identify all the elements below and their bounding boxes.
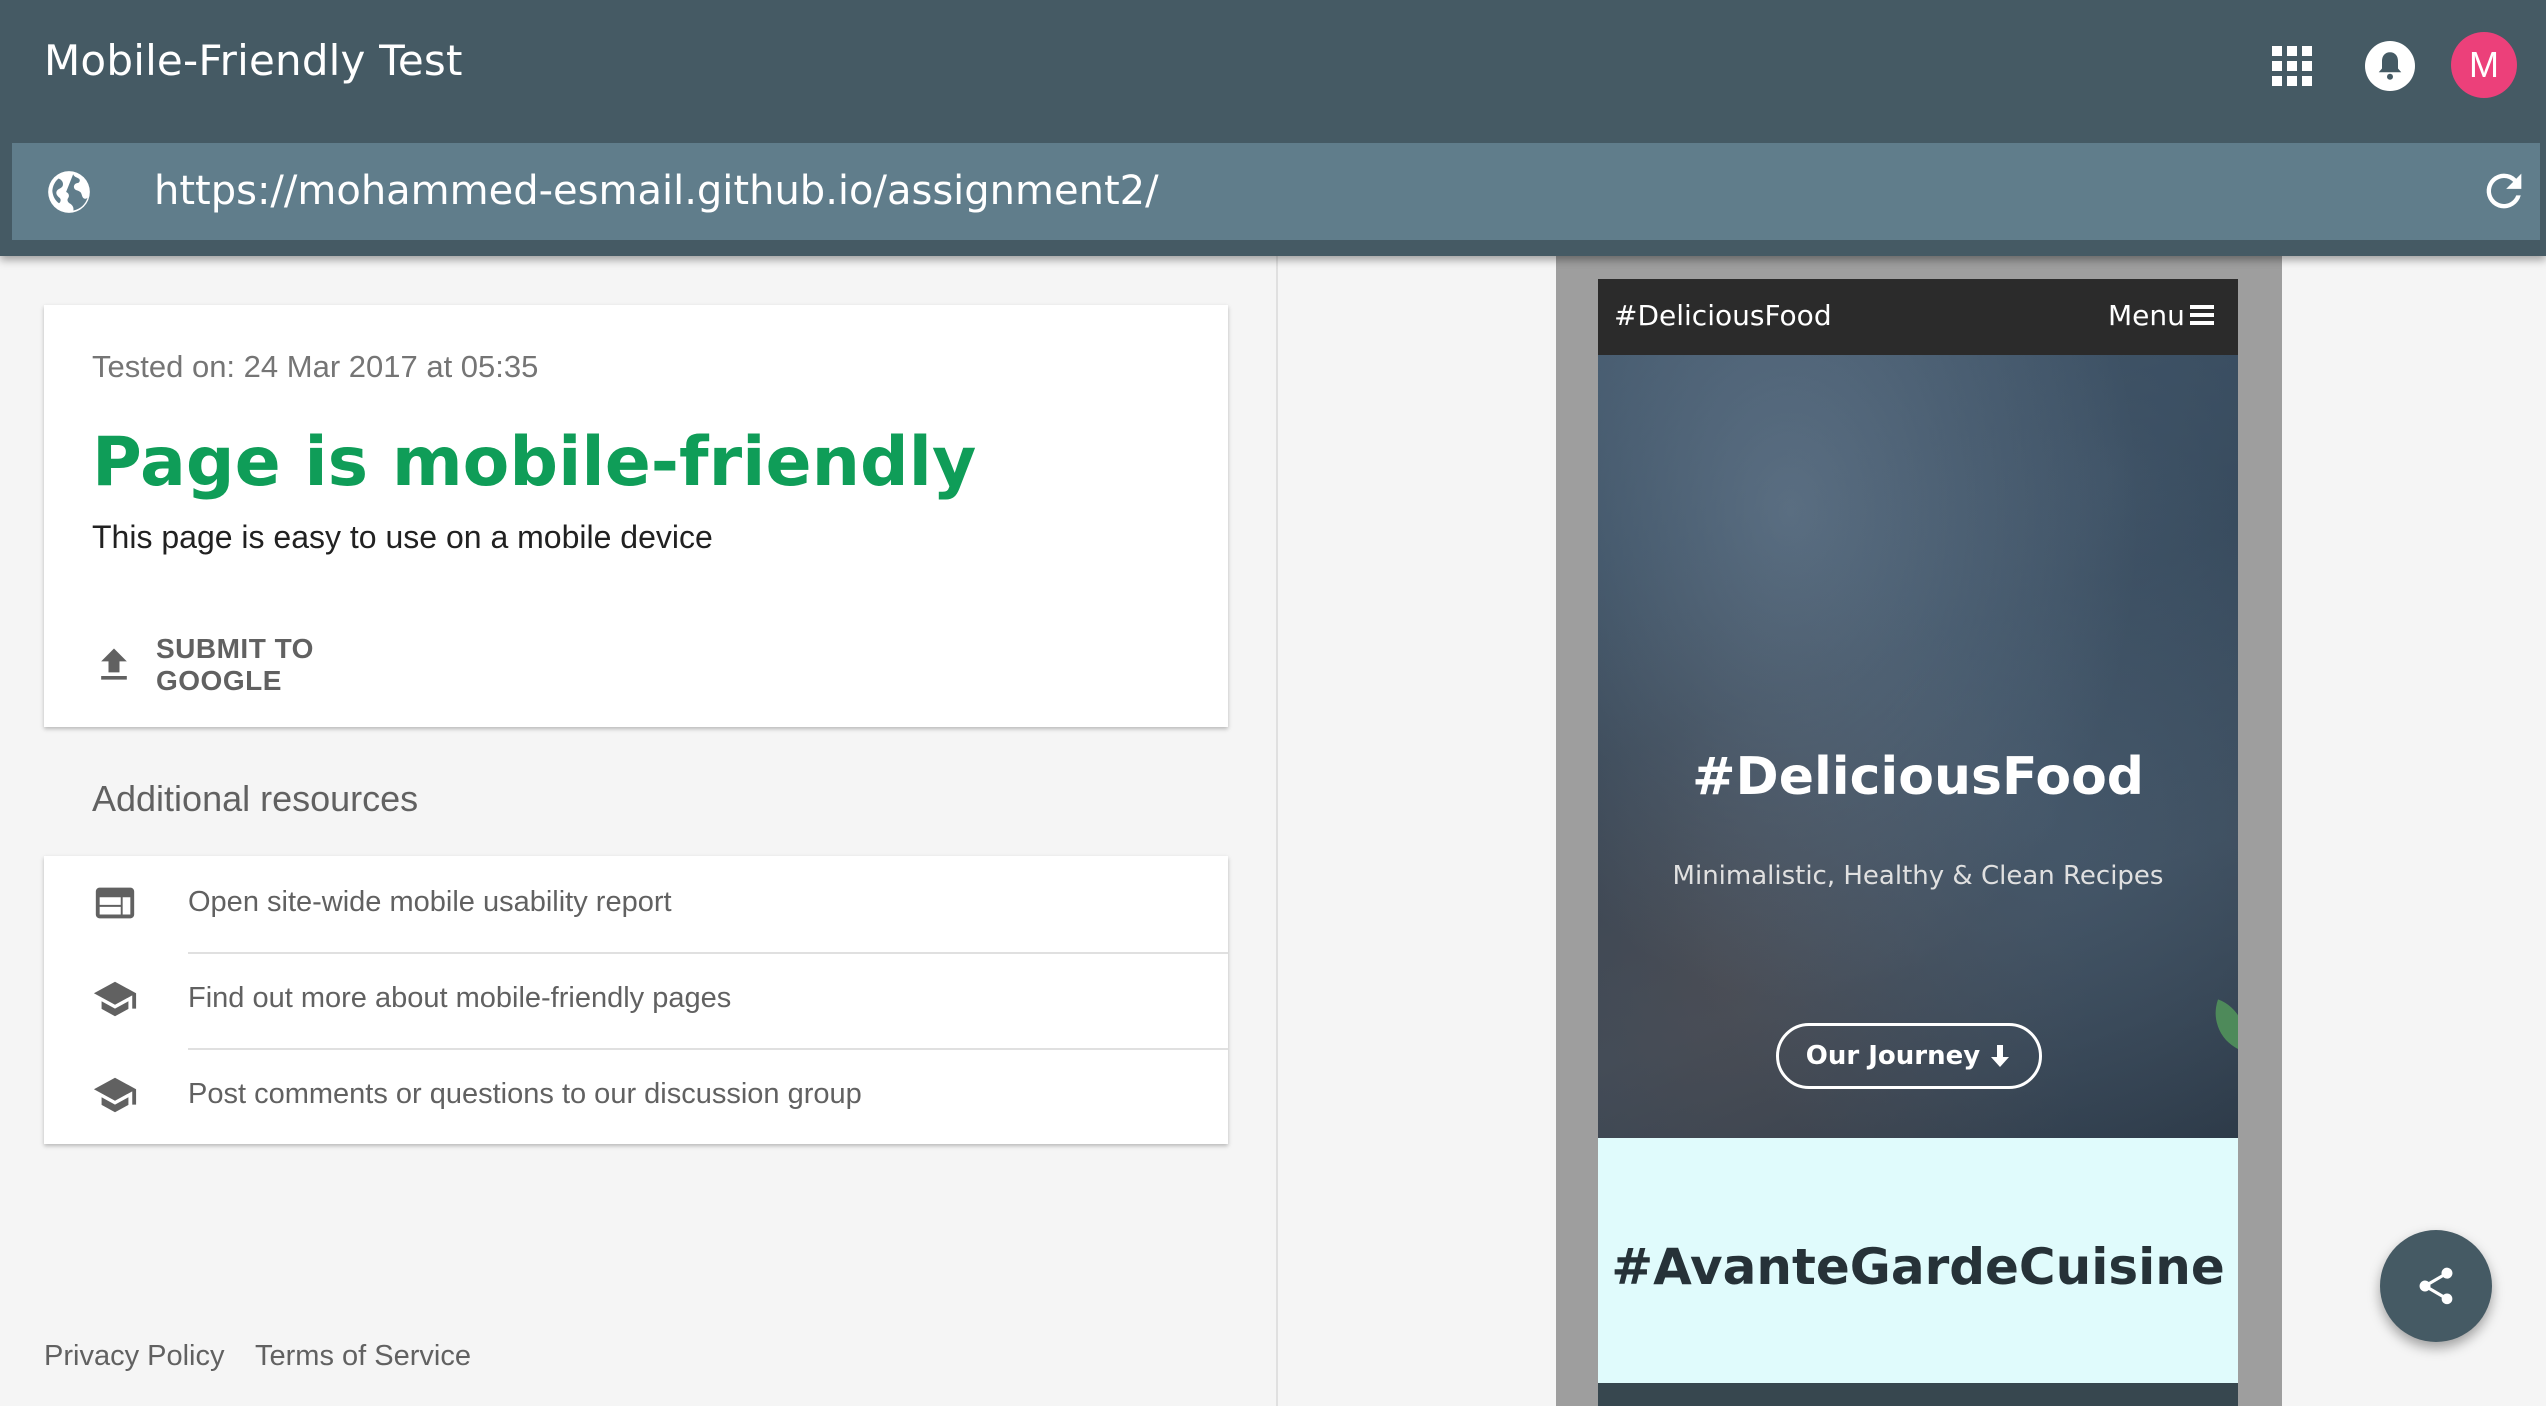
app-title: Mobile-Friendly Test — [44, 36, 463, 85]
resource-item-discussion-group[interactable]: Post comments or questions to our discus… — [44, 1048, 1228, 1144]
hamburger-icon — [2190, 305, 2214, 325]
preview-menu-label: Menu — [2108, 299, 2185, 332]
resources-card: Open site-wide mobile usability report F… — [44, 856, 1228, 1144]
leaf-decoration — [2204, 999, 2238, 1051]
bell-icon[interactable] — [2360, 36, 2420, 96]
preview-hero-subtitle: Minimalistic, Healthy & Clean Recipes — [1672, 861, 2164, 891]
share-fab[interactable] — [2380, 1230, 2492, 1342]
result-headline: Page is mobile-friendly — [92, 423, 977, 502]
preview-navbar: #DeliciousFood Menu — [1598, 279, 2238, 355]
upload-icon — [101, 648, 127, 680]
web-icon — [95, 887, 135, 919]
resource-item-label: Open site-wide mobile usability report — [188, 886, 672, 918]
preview-our-journey-button: Our Journey — [1776, 1023, 2042, 1089]
refresh-icon[interactable] — [2478, 165, 2530, 217]
terms-of-service-link[interactable]: Terms of Service — [255, 1340, 471, 1373]
preview-hero-title: #DeliciousFood — [1691, 747, 2145, 807]
app-bar: Mobile-Friendly Test M — [0, 0, 2546, 256]
result-description: This page is easy to use on a mobile dev… — [92, 519, 713, 555]
resource-item-usability-report[interactable]: Open site-wide mobile usability report — [44, 856, 1228, 952]
preview-section-title: #AvanteGardeCuisine — [1611, 1238, 2225, 1296]
resource-item-label: Find out more about mobile-friendly page… — [188, 982, 732, 1014]
resource-item-mobile-friendly-pages[interactable]: Find out more about mobile-friendly page… — [44, 952, 1228, 1048]
privacy-policy-link[interactable]: Privacy Policy — [44, 1340, 225, 1373]
resource-item-label: Post comments or questions to our discus… — [188, 1078, 862, 1110]
url-input[interactable] — [154, 163, 2354, 219]
apps-icon[interactable] — [2262, 36, 2322, 96]
preview-section: #AvanteGardeCuisine — [1598, 1138, 2238, 1383]
preview-next-section — [1598, 1383, 2238, 1406]
resources-title: Additional resources — [92, 778, 419, 819]
url-bar — [12, 143, 2540, 240]
avatar[interactable]: M — [2451, 32, 2517, 98]
arrow-down-icon — [1991, 1045, 2010, 1067]
phone-preview-screen: #DeliciousFood Menu #DeliciousFood Minim… — [1598, 279, 2238, 1406]
globe-icon — [48, 171, 90, 213]
preview-our-journey-label: Our Journey — [1805, 1041, 1981, 1071]
panel-divider — [1276, 256, 1278, 1406]
school-icon — [93, 981, 137, 1017]
preview-brand: #DeliciousFood — [1614, 299, 1832, 332]
share-icon — [2419, 1267, 2453, 1305]
tested-on-text: Tested on: 24 Mar 2017 at 05:35 — [92, 349, 539, 384]
submit-to-google-button[interactable]: SUBMIT TO GOOGLE — [88, 629, 448, 701]
submit-to-google-label: SUBMIT TO GOOGLE — [155, 633, 314, 696]
result-card: Tested on: 24 Mar 2017 at 05:35 Page is … — [44, 305, 1228, 727]
school-icon — [93, 1077, 137, 1113]
